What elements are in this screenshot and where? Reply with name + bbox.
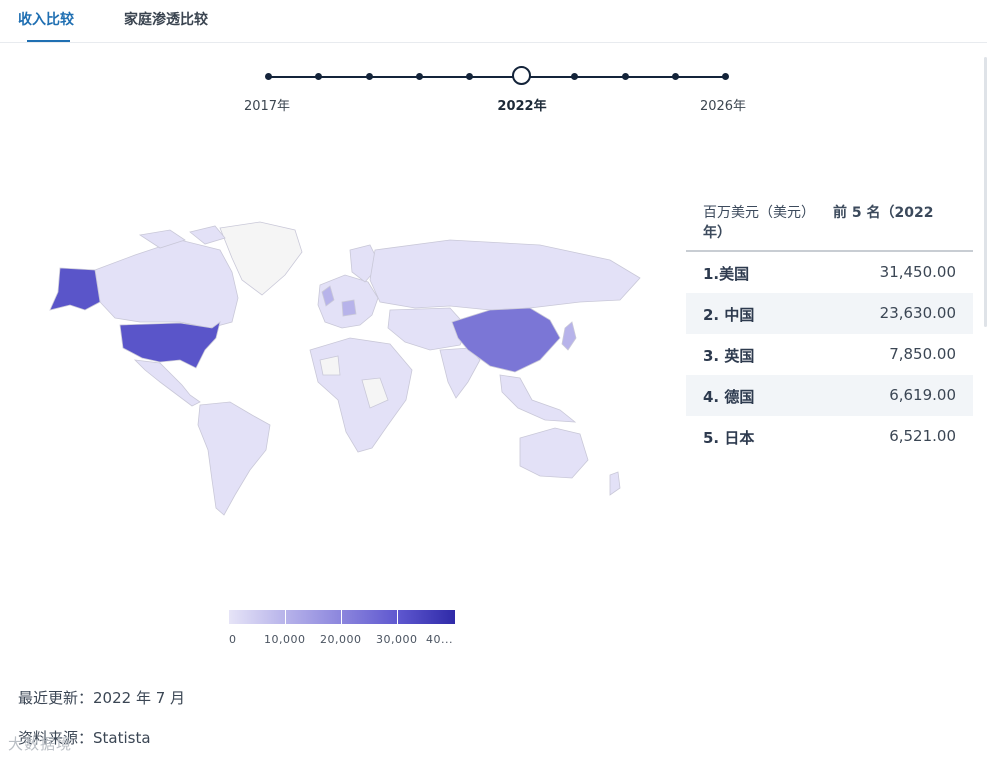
table-header-title: 前 5 名（2022 <box>833 205 934 221</box>
table-header: 百万美元（美元） 前 5 名（2022 年） <box>686 195 973 252</box>
map-region-south-america[interactable] <box>197 401 271 516</box>
timeline-label-start: 2017年 <box>243 99 291 114</box>
tab-revenue-compare[interactable]: 收入比较 <box>18 9 74 29</box>
table-row: 2. 中国 23,630.00 <box>686 293 973 334</box>
top5-revenue-table: 百万美元（美元） 前 5 名（2022 年） 1.美国 31,450.00 2.… <box>686 195 973 457</box>
row-country: 1.美国 <box>703 265 750 283</box>
timeline-dot-2020[interactable] <box>416 73 423 80</box>
active-tab-indicator <box>27 40 70 42</box>
tab-bar: 收入比较 家庭渗透比较 <box>0 0 987 43</box>
row-value: 23,630.00 <box>879 304 956 322</box>
map-region-russia[interactable] <box>369 239 641 311</box>
map-region-australia[interactable] <box>519 427 589 479</box>
legend-separator <box>397 610 398 624</box>
row-country: 2. 中国 <box>703 306 755 324</box>
map-region-mexico[interactable] <box>133 359 201 407</box>
timeline-dot-2018[interactable] <box>315 73 322 80</box>
map-region-southeast-asia[interactable] <box>499 374 577 423</box>
legend-gradient-bar <box>229 610 455 624</box>
row-value: 6,521.00 <box>889 427 956 445</box>
map-region-alaska[interactable] <box>49 267 101 311</box>
timeline-track <box>268 76 726 78</box>
timeline-label-current: 2022年 <box>497 99 547 114</box>
map-region-new-zealand[interactable] <box>609 471 621 496</box>
legend-tick: 30,000 <box>376 633 418 646</box>
row-value: 6,619.00 <box>889 386 956 404</box>
timeline-dot-2026[interactable] <box>722 73 729 80</box>
legend-separator <box>341 610 342 624</box>
row-value: 31,450.00 <box>879 263 956 281</box>
table-row: 1.美国 31,450.00 <box>686 252 973 293</box>
color-legend: 0 10,000 20,000 30,000 40... <box>229 610 455 650</box>
map-region-india[interactable] <box>439 347 481 399</box>
legend-tick: 40... <box>426 633 453 646</box>
timeline-dot-2019[interactable] <box>366 73 373 80</box>
tab-household-penetration[interactable]: 家庭渗透比较 <box>124 9 208 29</box>
last-updated-text: 最近更新：2022 年 7 月 <box>18 689 186 707</box>
world-revenue-map <box>49 221 641 516</box>
map-region-africa[interactable] <box>309 337 413 453</box>
row-country: 4. 德国 <box>703 388 755 406</box>
table-row: 3. 英国 7,850.00 <box>686 334 973 375</box>
timeline-dot-2023[interactable] <box>571 73 578 80</box>
table-header-title-cont: 年） <box>703 225 731 241</box>
row-value: 7,850.00 <box>889 345 956 363</box>
row-country: 3. 英国 <box>703 347 755 365</box>
timeline-current-2022[interactable] <box>512 66 531 85</box>
table-header-unit: 百万美元（美元） <box>703 205 815 221</box>
timeline-label-end: 2026年 <box>699 99 747 114</box>
map-region-canada[interactable] <box>94 239 239 329</box>
watermark-logo: 大数据境 <box>8 735 73 753</box>
timeline-dot-2021[interactable] <box>466 73 473 80</box>
timeline-dot-2025[interactable] <box>672 73 679 80</box>
legend-tick: 20,000 <box>320 633 362 646</box>
map-region-usa[interactable] <box>119 321 221 369</box>
timeline-dot-2024[interactable] <box>622 73 629 80</box>
legend-tick: 0 <box>229 633 237 646</box>
row-country: 5. 日本 <box>703 429 755 447</box>
timeline-dot-2017[interactable] <box>265 73 272 80</box>
map-region-germany[interactable] <box>341 299 357 317</box>
year-timeline: 2017年 2022年 2026年 <box>244 60 746 120</box>
legend-separator <box>285 610 286 624</box>
table-row: 5. 日本 6,521.00 <box>686 416 973 457</box>
legend-tick: 10,000 <box>264 633 306 646</box>
map-region-japan[interactable] <box>561 321 577 351</box>
table-row: 4. 德国 6,619.00 <box>686 375 973 416</box>
